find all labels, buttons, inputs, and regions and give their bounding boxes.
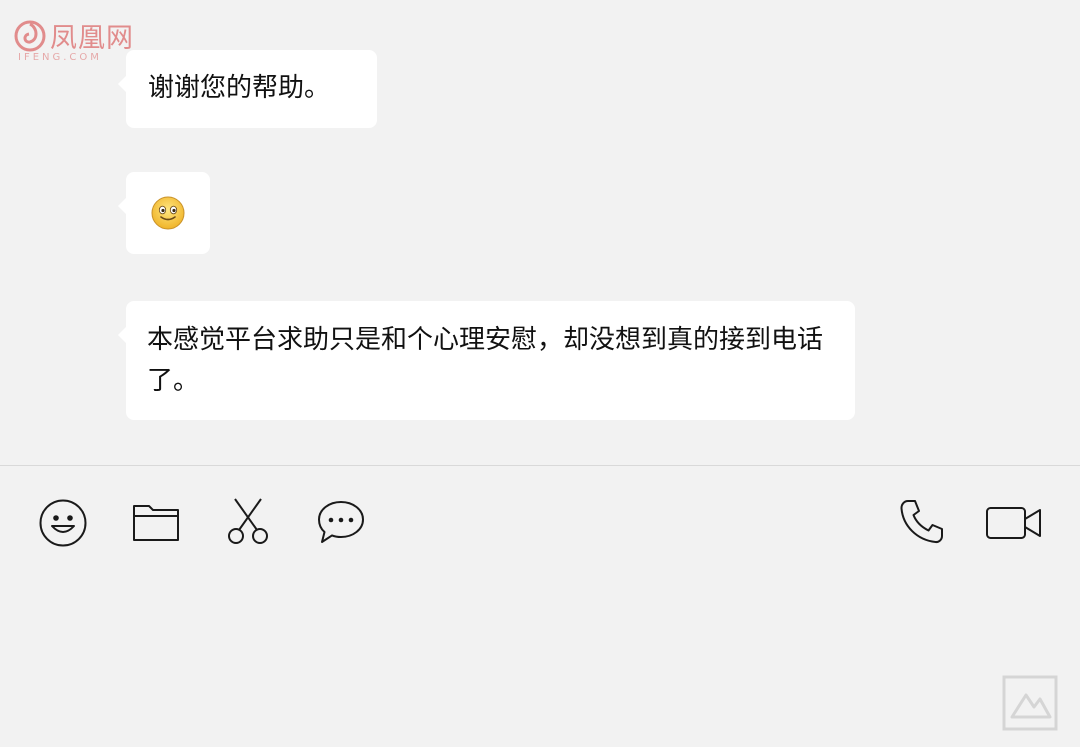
ifeng-logo: 凤凰网 <box>14 16 134 55</box>
chat-bubble-icon <box>318 501 364 543</box>
chat-message-list: 谢谢您的帮助。 本感觉平台求助只是和个心理安慰，却没想到真的接到电话了。 <box>118 0 1080 465</box>
smiley-face-icon <box>151 196 185 230</box>
logo-brand-latin: IFENG.COM <box>18 52 102 63</box>
message-bubble[interactable]: 本感觉平台求助只是和个心理安慰，却没想到真的接到电话了。 <box>118 301 855 420</box>
send-file-button[interactable] <box>131 500 181 544</box>
input-divider <box>0 465 1080 466</box>
phone-icon <box>900 500 943 544</box>
voice-call-button[interactable] <box>898 498 946 546</box>
message-bubble[interactable]: 谢谢您的帮助。 <box>118 50 377 128</box>
screenshot-button[interactable] <box>225 496 271 546</box>
message-bubble-emoji[interactable] <box>118 172 210 254</box>
video-camera-icon <box>986 507 1041 539</box>
emoji-icon <box>39 499 87 547</box>
folder-icon <box>133 505 179 541</box>
message-text: 本感觉平台求助只是和个心理安慰，却没想到真的接到电话了。 <box>147 325 824 396</box>
logo-brand-text: 凤凰网 <box>50 23 134 54</box>
chat-history-button[interactable] <box>316 499 366 545</box>
ifeng-logo-mark <box>14 20 46 51</box>
video-call-button[interactable] <box>985 505 1043 541</box>
scissors-icon <box>228 498 268 544</box>
corner-watermark-icon <box>1002 675 1058 731</box>
emoji-button[interactable] <box>38 498 88 548</box>
message-text: 谢谢您的帮助。 <box>148 73 331 103</box>
